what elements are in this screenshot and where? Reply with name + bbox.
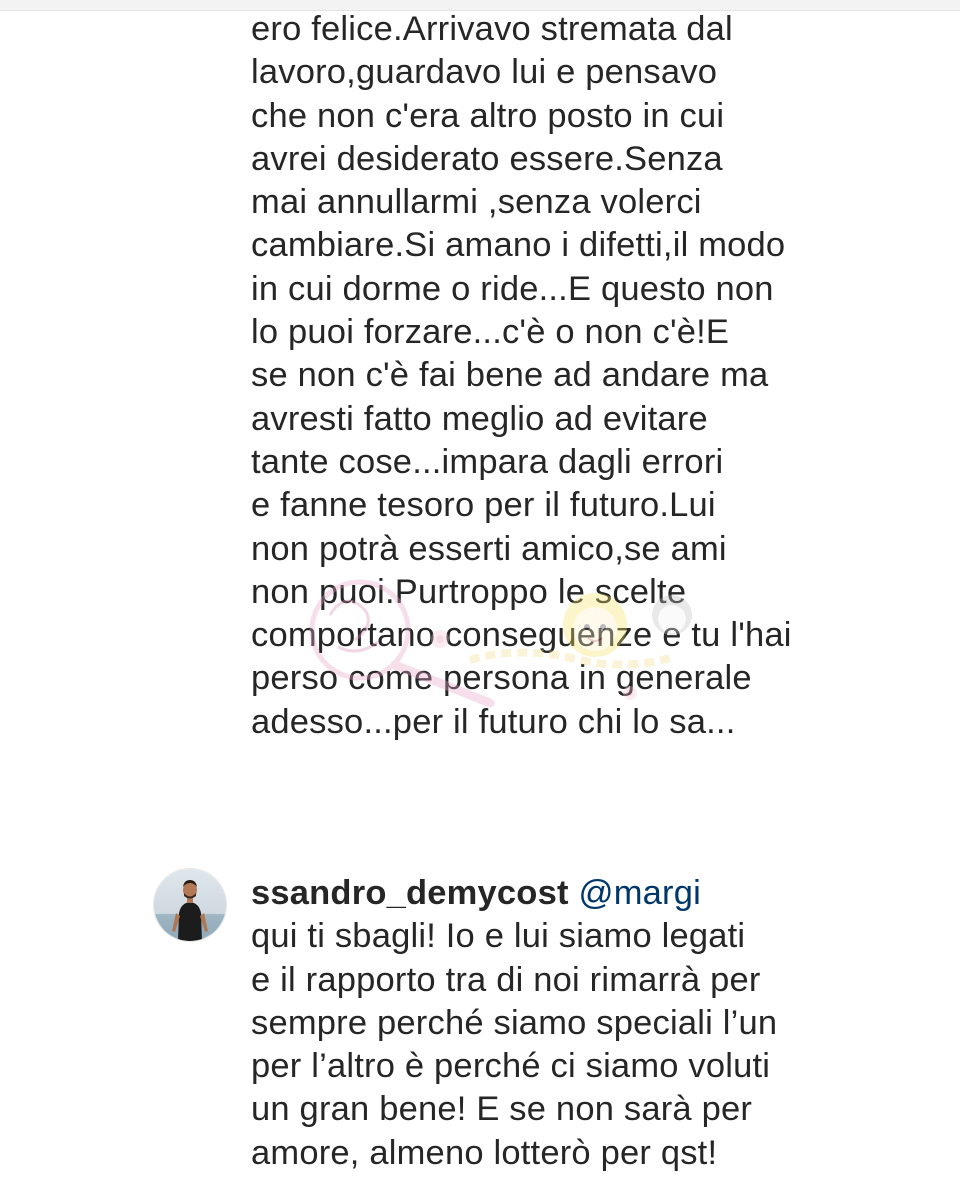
comment-line: non puoi.Purtroppo le scelte xyxy=(251,572,687,611)
reply-line: per l’altro è perché ci siamo voluti xyxy=(251,1047,771,1086)
comment-line: adesso...per il futuro chi lo sa... xyxy=(251,702,736,741)
comment-line: e fanne tesoro per il futuro.Lui xyxy=(251,486,716,525)
reply-header: ssandro_demycost @margi xyxy=(251,872,941,915)
reply-line: un gran bene! E se non sarà per xyxy=(251,1090,753,1129)
reply-line: sempre perché siamo speciali l’un xyxy=(251,1003,778,1042)
comment-line: avrei desiderato essere.Senza xyxy=(251,139,723,178)
parent-comment-text: ero felice.Arrivavo stremata dal lavoro,… xyxy=(251,8,941,744)
comment-line: lo puoi forzare...c'è o non c'è!E xyxy=(251,313,730,352)
comment-line: in cui dorme o ride...E questo non xyxy=(251,269,774,308)
comment-line: mai annullarmi ,senza volerci xyxy=(251,183,702,222)
comment-line: comportano conseguenze e tu l'hai xyxy=(251,616,792,655)
comment-line: cambiare.Si amano i difetti,il modo xyxy=(251,226,786,265)
user-avatar[interactable] xyxy=(153,868,227,942)
reply-line: amore, almeno lotterò per qst! xyxy=(251,1133,718,1172)
reply-line: e il rapporto tra di noi rimarrà per xyxy=(251,960,761,999)
comment-line: perso come persona in generale xyxy=(251,659,752,698)
reply-text: ssandro_demycost @margi qui ti sbagli! I… xyxy=(251,872,941,1175)
comment-line: avresti fatto meglio ad evitare xyxy=(251,399,708,438)
comment-line: non potrà esserti amico,se ami xyxy=(251,529,727,568)
comment-line: ero felice.Arrivavo stremata dal xyxy=(251,10,733,48)
mention-link[interactable]: @margi xyxy=(578,874,701,912)
username-link[interactable]: ssandro_demycost xyxy=(251,874,569,912)
comment-line: che non c'era altro posto in cui xyxy=(251,96,725,135)
comment-line: lavoro,guardavo lui e pensavo xyxy=(251,53,718,92)
reply-line: qui ti sbagli! Io e lui siamo legati xyxy=(251,917,746,956)
avatar-image xyxy=(154,869,226,941)
comment-line: se non c'è fai bene ad andare ma xyxy=(251,356,769,395)
comment-line: tante cose...impara dagli errori xyxy=(251,442,724,481)
